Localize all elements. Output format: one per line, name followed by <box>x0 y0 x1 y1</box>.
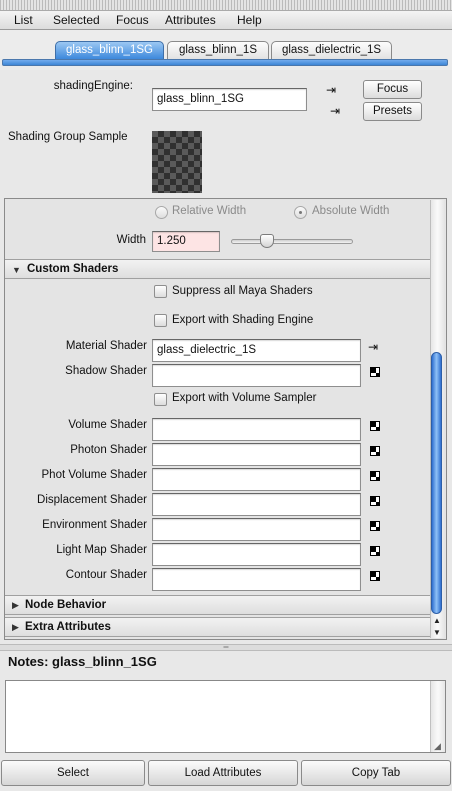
window-title-stripe <box>0 0 452 11</box>
photon-shader-field[interactable] <box>152 443 361 466</box>
photon-shader-map-icon[interactable] <box>370 446 380 456</box>
attribute-scrollbar-thumb[interactable] <box>431 352 442 614</box>
contour-shader-label: Contour Shader <box>65 569 147 581</box>
phot-volume-shader-map-icon[interactable] <box>370 471 380 481</box>
select-button[interactable]: Select <box>1 760 145 786</box>
width-field[interactable]: 1.250 <box>152 231 220 252</box>
notes-title: Notes: glass_blinn_1SG <box>8 654 157 669</box>
volume-shader-label: Volume Shader <box>68 419 147 431</box>
collapsed-triangle-icon: ▶ <box>12 622 19 632</box>
collapsed-triangle-icon: ▶ <box>12 600 19 610</box>
menu-list[interactable]: List <box>14 13 33 27</box>
contour-shader-map-icon[interactable] <box>370 571 380 581</box>
custom-shaders-title: Custom Shaders <box>27 263 119 275</box>
displacement-shader-map-icon[interactable] <box>370 496 380 506</box>
volume-shader-field[interactable] <box>152 418 361 441</box>
volume-shader-map-icon[interactable] <box>370 421 380 431</box>
relative-width-label: Relative Width <box>172 205 247 217</box>
scroll-up-arrow-icon[interactable]: ▲ <box>433 616 441 625</box>
node-behavior-title: Node Behavior <box>25 599 107 611</box>
suppress-maya-shaders-checkbox[interactable] <box>154 285 167 298</box>
shading-group-sample-swatch <box>152 131 202 193</box>
tab-glass-dielectric-1s[interactable]: glass_dielectric_1S <box>271 41 392 60</box>
absolute-width-label: Absolute Width <box>312 205 390 217</box>
output-connection-icon[interactable]: ⇥ <box>330 105 340 117</box>
material-shader-label: Material Shader <box>65 340 147 352</box>
menu-selected[interactable]: Selected <box>53 13 100 27</box>
environment-shader-label: Environment Shader <box>42 519 147 531</box>
light-map-shader-map-icon[interactable] <box>370 546 380 556</box>
menu-help[interactable]: Help <box>237 13 262 27</box>
scroll-down-arrow-icon[interactable]: ▼ <box>433 628 441 637</box>
shadow-shader-label: Shadow Shader <box>65 365 147 377</box>
custom-shaders-section-header[interactable]: ▼ Custom Shaders <box>5 259 430 279</box>
material-shader-connection-icon[interactable]: ⇥ <box>368 341 378 353</box>
displacement-shader-field[interactable] <box>152 493 361 516</box>
extra-attributes-section-header[interactable]: ▶ Extra Attributes <box>5 617 430 637</box>
node-behavior-section-header[interactable]: ▶ Node Behavior <box>5 595 430 615</box>
expanded-triangle-icon: ▼ <box>12 265 21 275</box>
presets-button[interactable]: Presets <box>363 102 422 121</box>
tab-glass-blinn-1sg[interactable]: glass_blinn_1SG <box>55 41 164 60</box>
input-connection-icon[interactable]: ⇥ <box>326 84 336 96</box>
menu-bar: List Selected Focus Attributes Help <box>0 11 452 30</box>
menu-focus[interactable]: Focus <box>116 13 149 27</box>
copy-tab-button[interactable]: Copy Tab <box>301 760 451 786</box>
photon-shader-label: Photon Shader <box>70 444 147 456</box>
export-shading-engine-checkbox[interactable] <box>154 314 167 327</box>
notes-textarea[interactable] <box>5 680 446 753</box>
shading-engine-field[interactable]: glass_blinn_1SG <box>152 88 307 111</box>
export-volume-sampler-label: Export with Volume Sampler <box>172 392 317 404</box>
tab-glass-blinn-1s[interactable]: glass_blinn_1S <box>167 41 269 60</box>
resize-grip-icon[interactable]: ◢ <box>434 741 441 752</box>
focus-button[interactable]: Focus <box>363 80 422 99</box>
width-label: Width <box>116 234 146 246</box>
shading-engine-label: shadingEngine: <box>53 80 133 92</box>
material-shader-field[interactable]: glass_dielectric_1S <box>152 339 361 362</box>
shading-group-sample-label: Shading Group Sample <box>8 131 128 143</box>
width-slider-track[interactable] <box>231 239 353 244</box>
displacement-shader-label: Displacement Shader <box>37 494 147 506</box>
tab-underline <box>2 59 448 66</box>
contour-shader-field[interactable] <box>152 568 361 591</box>
suppress-maya-shaders-label: Suppress all Maya Shaders <box>172 285 313 297</box>
menu-attributes[interactable]: Attributes <box>165 13 216 27</box>
environment-shader-map-icon[interactable] <box>370 521 380 531</box>
load-attributes-button[interactable]: Load Attributes <box>148 760 298 786</box>
shadow-shader-map-icon[interactable] <box>370 367 380 377</box>
relative-width-radio[interactable] <box>155 206 168 219</box>
light-map-shader-label: Light Map Shader <box>56 544 147 556</box>
notes-splitter[interactable]: ═ <box>0 644 452 651</box>
environment-shader-field[interactable] <box>152 518 361 541</box>
export-shading-engine-label: Export with Shading Engine <box>172 314 314 326</box>
export-volume-sampler-checkbox[interactable] <box>154 393 167 406</box>
extra-attributes-title: Extra Attributes <box>25 621 111 633</box>
phot-volume-shader-field[interactable] <box>152 468 361 491</box>
phot-volume-shader-label: Phot Volume Shader <box>41 469 148 481</box>
absolute-width-radio[interactable] <box>294 206 307 219</box>
light-map-shader-field[interactable] <box>152 543 361 566</box>
shadow-shader-field[interactable] <box>152 364 361 387</box>
